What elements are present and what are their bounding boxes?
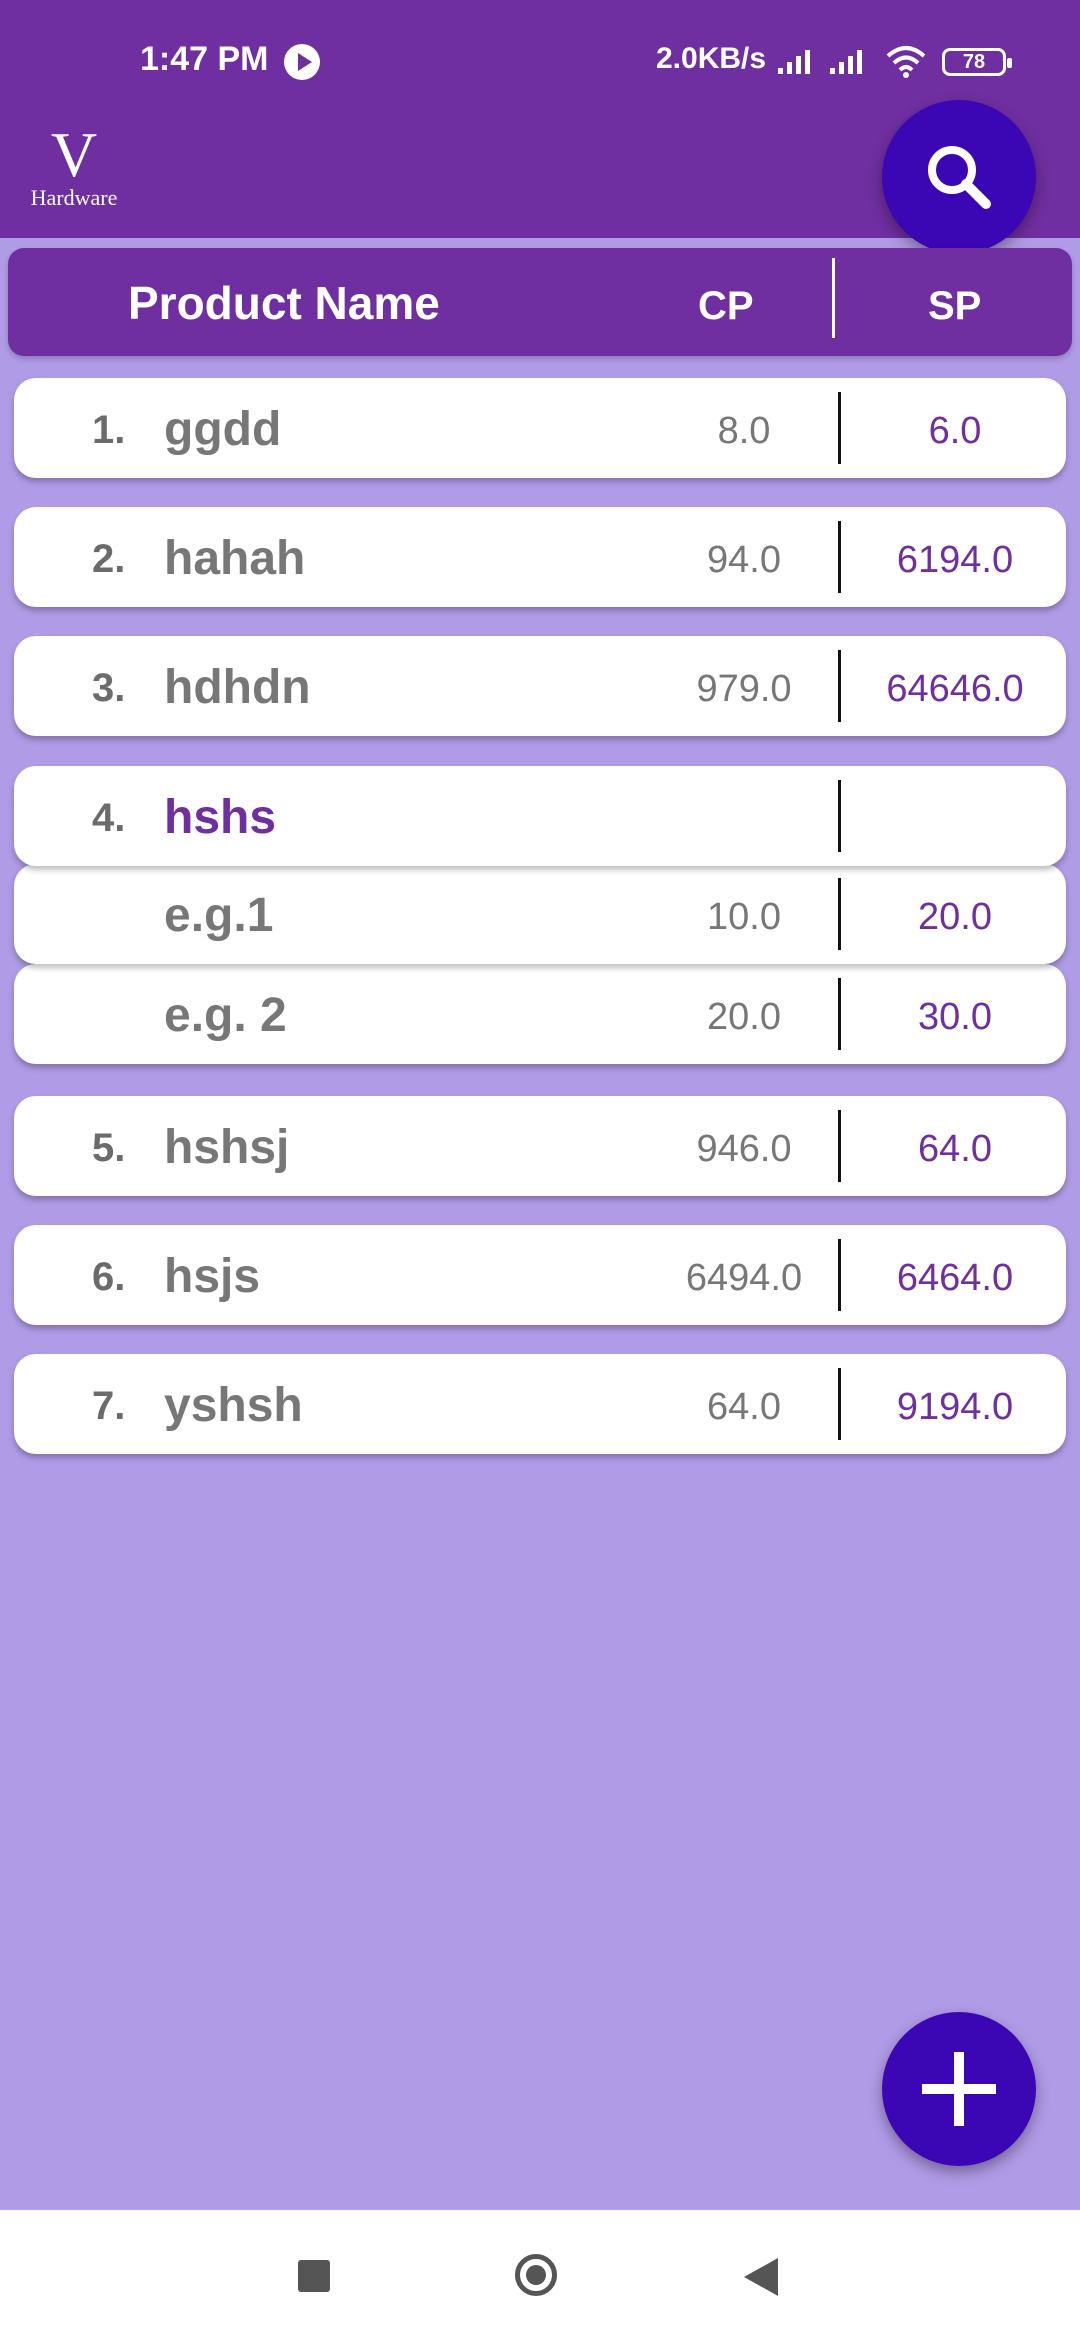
product-row[interactable]: 1. ggdd 8.0 6.0	[14, 378, 1066, 478]
selling-price: 6194.0	[896, 539, 1014, 581]
variant-name: e.g. 2	[164, 989, 287, 1042]
logo-text: Hardware	[30, 185, 118, 210]
column-divider	[838, 978, 841, 1050]
search-icon	[928, 146, 991, 209]
logo-letter: V	[50, 119, 98, 190]
column-divider	[838, 392, 841, 464]
cost-price: 6494.0	[685, 1257, 803, 1299]
selling-price: 6464.0	[896, 1257, 1014, 1299]
variant-row[interactable]: e.g. 2 20.0 30.0	[14, 964, 1066, 1064]
recents-icon[interactable]	[298, 2260, 330, 2292]
product-row[interactable]: 7. yshsh 64.0 9194.0	[14, 1354, 1066, 1454]
row-number: 7.	[92, 1384, 126, 1428]
home-icon[interactable]	[515, 2254, 557, 2296]
product-name: hdhdn	[164, 661, 311, 714]
selling-price: 20.0	[918, 896, 992, 938]
plus-icon	[922, 2052, 996, 2126]
wifi-icon	[886, 46, 926, 78]
column-divider	[838, 878, 841, 950]
product-name: hshsj	[164, 1121, 290, 1174]
product-name: hsjs	[164, 1250, 261, 1303]
status-bar: 1:47 PM 2.0KB/s 78	[0, 0, 1080, 100]
selling-price: 6.0	[928, 410, 982, 452]
column-divider	[838, 1110, 841, 1182]
app-logo: V Hardware	[24, 119, 124, 214]
product-name: hahah	[164, 532, 306, 585]
selling-price: 9194.0	[896, 1386, 1014, 1428]
product-row[interactable]: 3. hdhdn 979.0 64646.0	[14, 636, 1066, 736]
signal-icon	[778, 50, 810, 74]
row-number: 5.	[92, 1126, 126, 1170]
product-name: yshsh	[164, 1379, 303, 1432]
cost-price: 20.0	[707, 996, 781, 1038]
product-name: ggdd	[164, 403, 282, 456]
table-header: Product Name CP SP	[8, 248, 1072, 356]
network-speed: 2.0KB/s	[656, 42, 767, 75]
column-divider	[838, 1368, 841, 1440]
system-nav-bar	[0, 2210, 1080, 2340]
product-row[interactable]: 4. hshs	[14, 766, 1066, 866]
cost-price: 10.0	[707, 896, 781, 938]
selling-price: 64.0	[918, 1128, 992, 1170]
row-number: 6.	[92, 1255, 126, 1299]
row-number: 4.	[92, 796, 126, 840]
cost-price: 946.0	[696, 1128, 792, 1170]
row-number: 2.	[92, 537, 126, 581]
header-sp: SP	[928, 284, 982, 328]
header-product-name: Product Name	[128, 277, 440, 329]
product-name: hshs	[164, 791, 277, 844]
add-product-button[interactable]	[882, 2012, 1036, 2166]
selling-price: 30.0	[918, 996, 992, 1038]
row-number: 1.	[92, 408, 126, 452]
column-divider	[838, 1239, 841, 1311]
row-number: 3.	[92, 666, 126, 710]
header-divider	[832, 258, 835, 338]
cost-price: 979.0	[696, 668, 792, 710]
play-icon	[284, 44, 320, 80]
selling-price: 64646.0	[886, 668, 1024, 710]
cost-price: 94.0	[707, 539, 781, 581]
product-row[interactable]: 5. hshsj 946.0 64.0	[14, 1096, 1066, 1196]
cost-price: 64.0	[707, 1386, 781, 1428]
column-divider	[838, 521, 841, 593]
product-row[interactable]: 2. hahah 94.0 6194.0	[14, 507, 1066, 607]
back-icon[interactable]	[744, 2258, 778, 2296]
header-cp: CP	[698, 284, 754, 328]
status-time: 1:47 PM	[140, 40, 269, 78]
column-divider	[838, 650, 841, 722]
signal-icon-2	[830, 50, 862, 74]
column-divider	[838, 780, 841, 852]
variant-name: e.g.1	[164, 889, 274, 942]
cost-price: 8.0	[717, 410, 771, 452]
battery-icon: 78	[942, 48, 1012, 76]
variant-row[interactable]: e.g.1 10.0 20.0	[14, 864, 1066, 964]
product-row[interactable]: 6. hsjs 6494.0 6464.0	[14, 1225, 1066, 1325]
search-button[interactable]	[882, 100, 1036, 254]
